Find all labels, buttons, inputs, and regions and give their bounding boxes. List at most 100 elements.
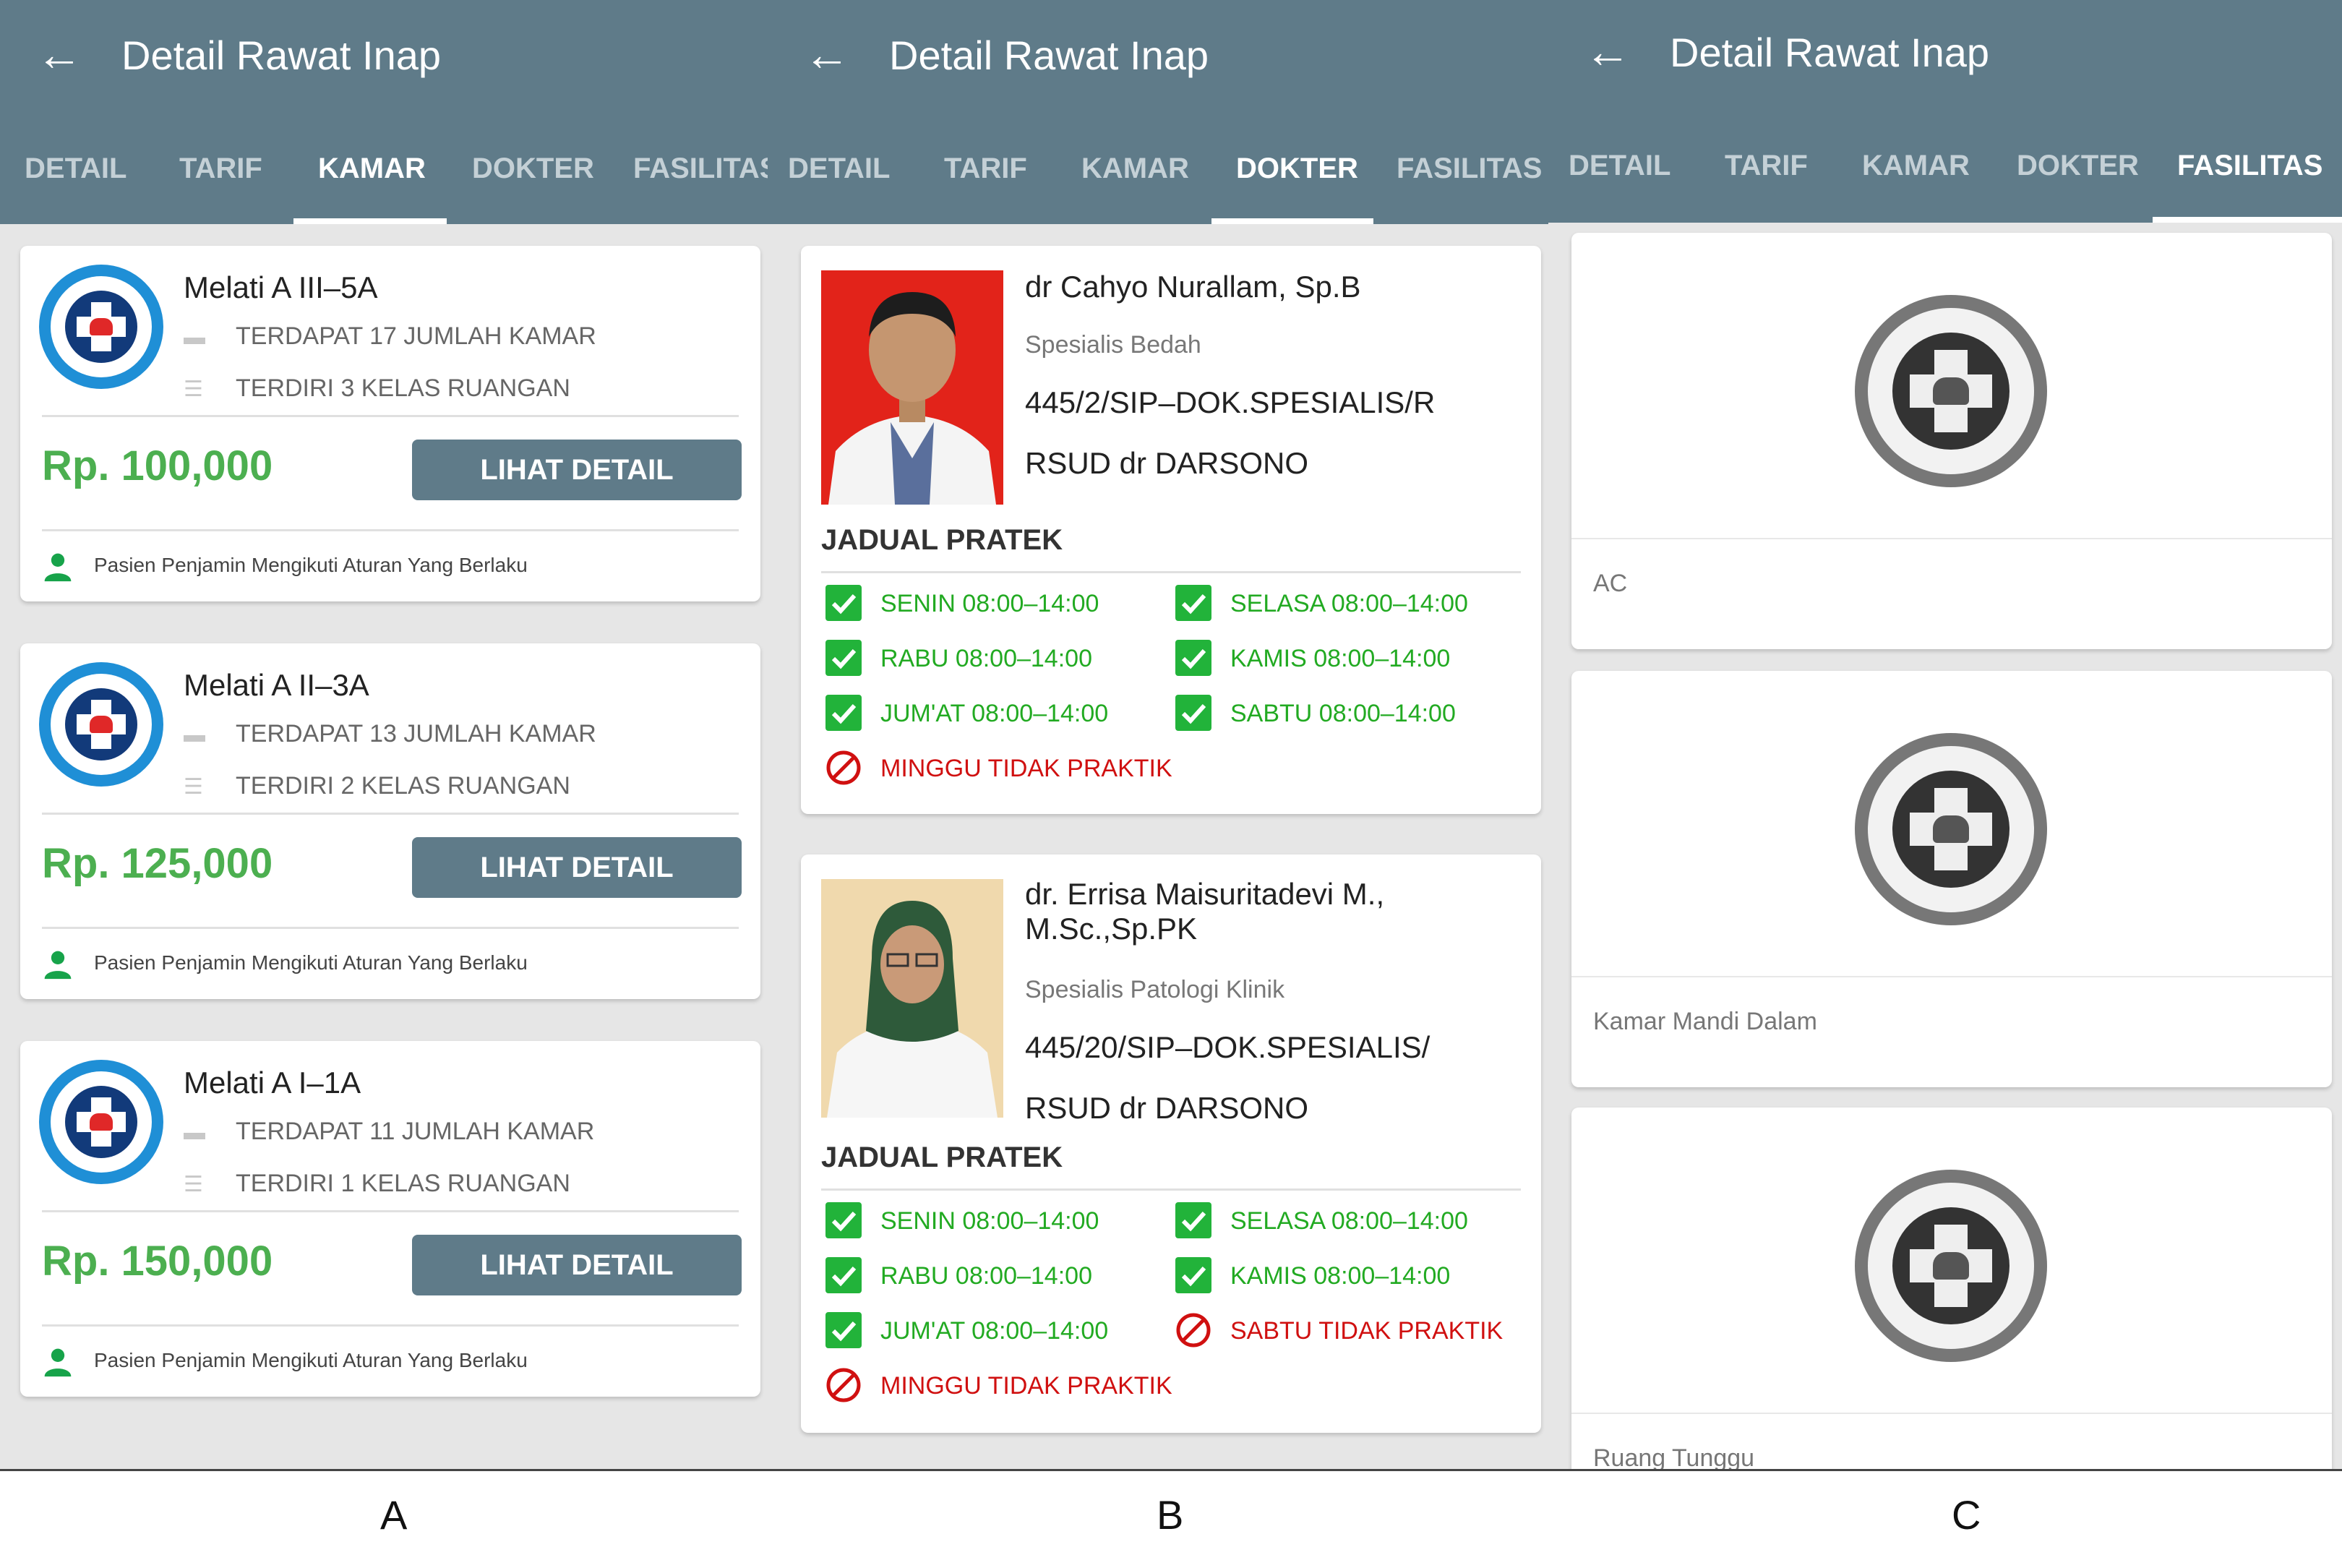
room-classes: ☰ TERDIRI 3 KELAS RUANGAN: [184, 370, 570, 408]
divider: [42, 415, 739, 417]
active-tab-indicator: [293, 218, 447, 224]
doctor-specialty: Spesialis Bedah: [1025, 331, 1201, 359]
not-available-icon: [825, 750, 862, 786]
panel-c-fasilitas: ← Detail Rawat Inap DETAIL TARIF KAMAR D…: [1548, 0, 2342, 1469]
doctor-name: dr Cahyo Nurallam, Sp.B: [1025, 270, 1361, 304]
room-name: Melati A II–3A: [184, 668, 369, 702]
list-icon: ☰: [184, 377, 203, 401]
room-price: Rp. 125,000: [42, 840, 273, 887]
room-count: ▬ TERDAPAT 13 JUMLAH KAMAR: [184, 716, 596, 753]
facility-name: AC: [1593, 570, 1628, 597]
facility-card: AC: [1571, 233, 2332, 649]
hospital-logo-icon: [1855, 1170, 2047, 1362]
room-price: Rp. 150,000: [42, 1238, 273, 1285]
tab-tarif[interactable]: TARIF: [179, 145, 262, 192]
room-classes: ☰ TERDIRI 2 KELAS RUANGAN: [184, 768, 570, 805]
facility-card: Ruang Tunggu: [1571, 1108, 2332, 1469]
tab-dokter[interactable]: DOKTER: [2017, 142, 2139, 189]
room-card: Melati A III–5A ▬ TERDAPAT 17 JUMLAH KAMA…: [20, 246, 760, 601]
list-icon: ☰: [184, 1173, 203, 1196]
check-icon: [825, 1312, 862, 1349]
lihat-detail-button[interactable]: LIHAT DETAIL: [412, 440, 742, 500]
tab-tarif[interactable]: TARIF: [1725, 142, 1808, 189]
schedule-title: JADUAL PRATEK: [821, 524, 1063, 556]
room-classes: ☰ TERDIRI 1 KELAS RUANGAN: [184, 1165, 570, 1203]
divider: [42, 927, 739, 929]
list-icon: ☰: [184, 775, 203, 799]
divider: [821, 571, 1521, 573]
tab-detail[interactable]: DETAIL: [788, 145, 890, 192]
facility-name: Ruang Tunggu: [1593, 1444, 1755, 1469]
tab-detail[interactable]: DETAIL: [1569, 142, 1670, 189]
doctor-sip: 445/20/SIP–DOK.SPESIALIS/: [1025, 1030, 1430, 1064]
back-arrow-icon[interactable]: ←: [1584, 25, 1631, 78]
facility-card: Kamar Mandi Dalam: [1571, 671, 2332, 1087]
back-arrow-icon[interactable]: ←: [36, 27, 82, 81]
divider: [1571, 976, 2332, 977]
doctor-specialty: Spesialis Patologi Klinik: [1025, 976, 1285, 1003]
doctor-photo: [821, 270, 1003, 505]
hospital-logo-icon: [39, 265, 163, 389]
check-icon: [825, 1202, 862, 1239]
check-icon: [825, 640, 862, 677]
doctor-photo: [821, 879, 1003, 1118]
schedule-item: RABU 08:00–14:00: [825, 1257, 1092, 1295]
check-icon: [1175, 585, 1211, 622]
check-icon: [1175, 1257, 1211, 1294]
bed-icon: ▬: [184, 325, 205, 349]
tab-dokter[interactable]: DOKTER: [1236, 145, 1358, 192]
tab-fasilitas[interactable]: FASILITAS: [1397, 145, 1542, 192]
schedule-title: JADUAL PRATEK: [821, 1141, 1063, 1173]
insurance-note: Pasien Penjamin Mengikuti Aturan Yang Be…: [42, 549, 528, 583]
caption-c: C: [1952, 1492, 1981, 1538]
tab-kamar[interactable]: KAMAR: [318, 145, 426, 192]
lihat-detail-button[interactable]: LIHAT DETAIL: [412, 1235, 742, 1295]
tab-detail[interactable]: DETAIL: [25, 145, 126, 192]
schedule-item: MINGGU TIDAK PRAKTIK: [825, 1368, 1172, 1405]
tab-kamar[interactable]: KAMAR: [1081, 145, 1189, 192]
divider: [42, 1324, 739, 1327]
active-tab-indicator: [1211, 218, 1373, 224]
back-arrow-icon[interactable]: ←: [804, 27, 850, 81]
doctor-name-line2: M.Sc.,Sp.PK: [1025, 912, 1198, 946]
facility-name: Kamar Mandi Dalam: [1593, 1008, 1817, 1035]
tab-kamar[interactable]: KAMAR: [1862, 142, 1970, 189]
lihat-detail-button[interactable]: LIHAT DETAIL: [412, 837, 742, 898]
schedule-item: SENIN 08:00–14:00: [825, 585, 1099, 623]
divider: [42, 1210, 739, 1212]
caption-a: A: [380, 1492, 408, 1538]
tab-tarif[interactable]: TARIF: [944, 145, 1027, 192]
active-tab-indicator: [2153, 217, 2342, 223]
schedule-item: SELASA 08:00–14:00: [1175, 585, 1468, 623]
schedule-item: RABU 08:00–14:00: [825, 640, 1092, 678]
schedule-item: JUM'AT 08:00–14:00: [825, 1312, 1108, 1350]
schedule-item: JUM'AT 08:00–14:00: [825, 695, 1108, 733]
doctor-name-line1: dr. Errisa Maisuritadevi M.,: [1025, 877, 1385, 911]
divider: [42, 529, 739, 531]
check-icon: [825, 695, 862, 732]
check-icon: [1175, 640, 1211, 677]
divider: [821, 1188, 1521, 1191]
doctor-card: dr Cahyo Nurallam, Sp.B Spesialis Bedah …: [801, 246, 1541, 814]
schedule-item: SENIN 08:00–14:00: [825, 1202, 1099, 1241]
check-icon: [1175, 1202, 1211, 1239]
tab-fasilitas[interactable]: FASILITAS: [2177, 142, 2322, 189]
page-title: Detail Rawat Inap: [1670, 30, 1990, 75]
person-icon: [44, 951, 72, 979]
schedule-item: KAMIS 08:00–14:00: [1175, 640, 1450, 678]
page-title: Detail Rawat Inap: [121, 33, 442, 78]
divider: [1571, 538, 2332, 539]
tab-dokter[interactable]: DOKTER: [472, 145, 594, 192]
schedule-item: MINGGU TIDAK PRAKTIK: [825, 750, 1172, 788]
room-count: ▬ TERDAPAT 11 JUMLAH KAMAR: [184, 1113, 594, 1151]
doctor-sip: 445/2/SIP–DOK.SPESIALIS/R: [1025, 385, 1436, 419]
divider: [1571, 1413, 2332, 1414]
insurance-note: Pasien Penjamin Mengikuti Aturan Yang Be…: [42, 947, 528, 980]
room-card: Melati A I–1A ▬ TERDAPAT 11 JUMLAH KAMAR …: [20, 1041, 760, 1397]
panel-b-dokter: ← Detail Rawat Inap DETAIL TARIF KAMAR D…: [768, 0, 1548, 1469]
bed-icon: ▬: [184, 1121, 205, 1144]
page-title: Detail Rawat Inap: [889, 33, 1209, 78]
person-icon: [44, 1348, 72, 1376]
tab-fasilitas[interactable]: FASILITAS: [633, 145, 768, 192]
hospital-logo-icon: [39, 662, 163, 787]
